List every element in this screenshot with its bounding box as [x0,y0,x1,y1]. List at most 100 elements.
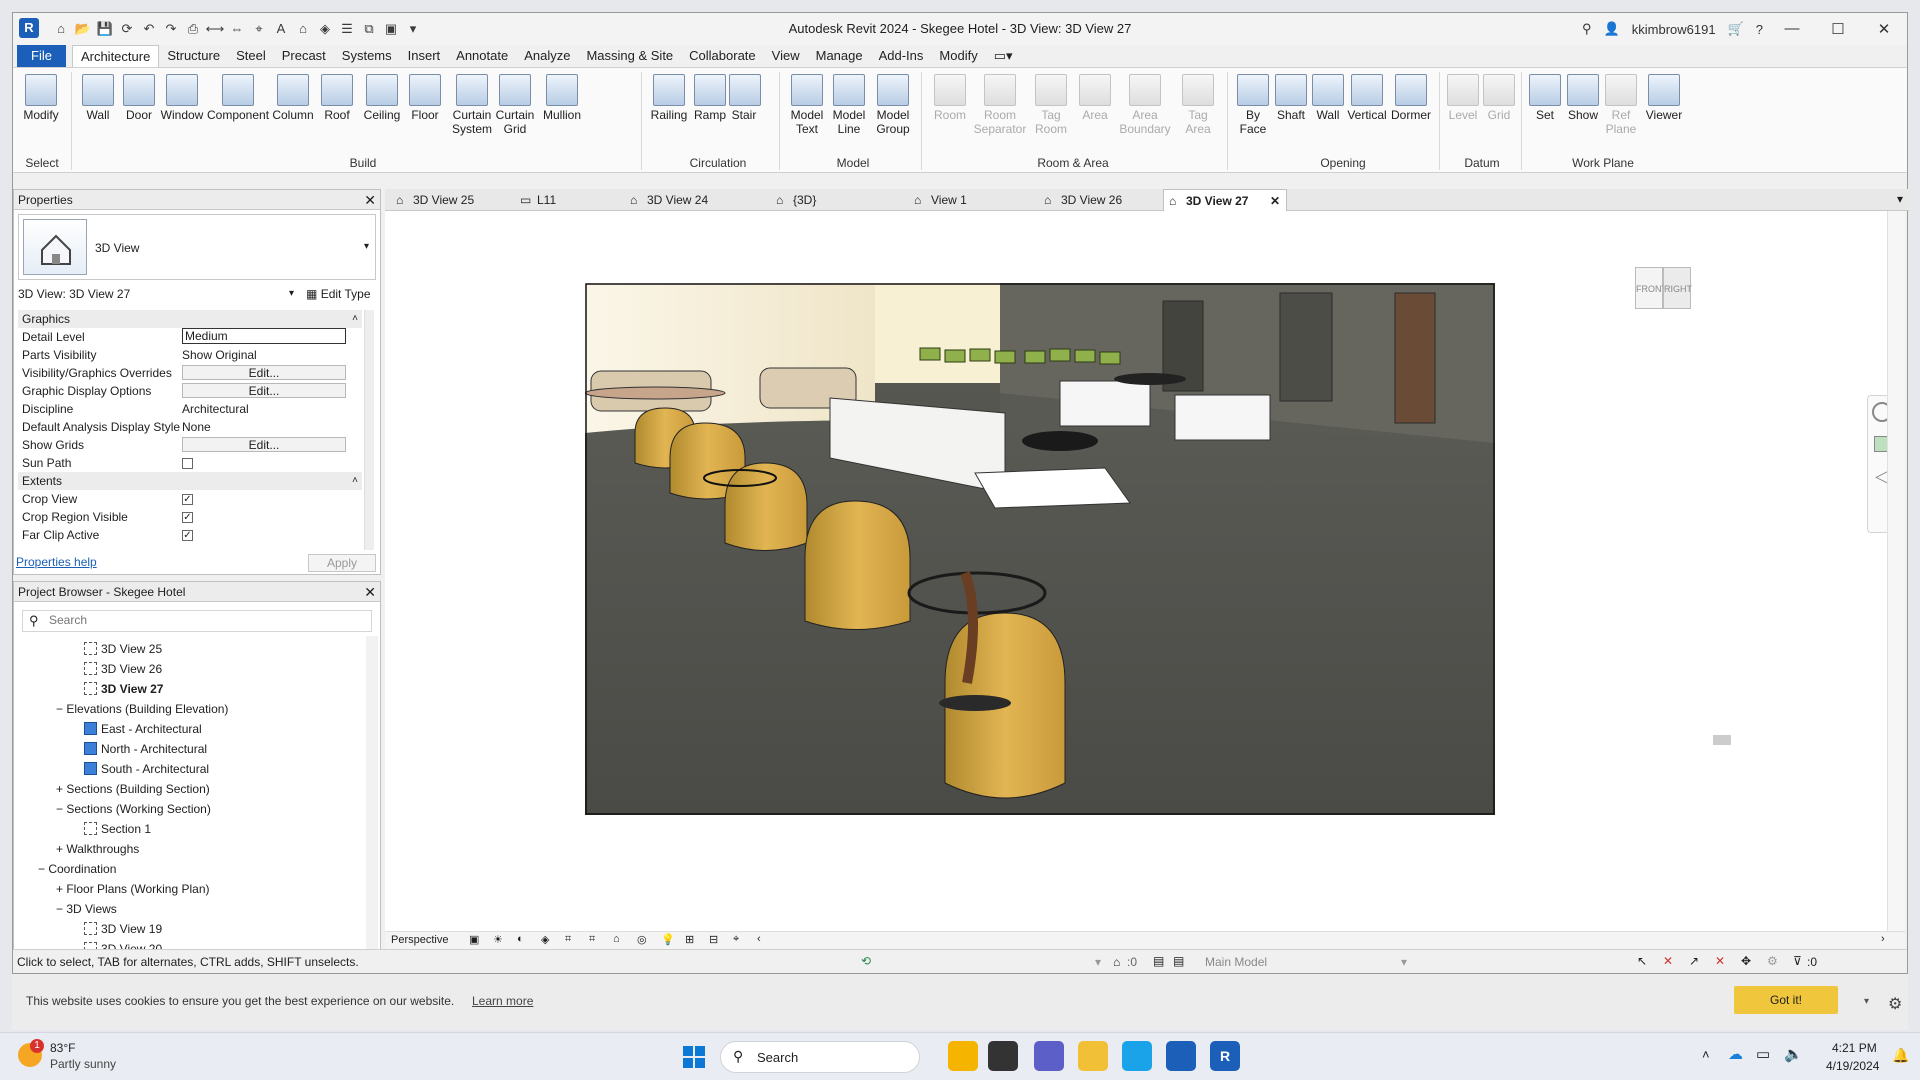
set-button[interactable]: Set [1527,70,1563,152]
expand-icon[interactable]: + [56,842,66,856]
got-it-button[interactable]: Got it! [1734,986,1838,1014]
model-group-button[interactable]: Model Group [871,70,915,152]
select-pinned-icon[interactable]: ↗ [1689,954,1699,968]
checkbox[interactable]: ✓ [182,512,193,524]
gear-icon[interactable]: ⚙ [1888,994,1902,1014]
stair-button[interactable]: Stair [729,70,761,152]
edit-button[interactable]: Edit... [182,365,346,380]
edit-type-button[interactable]: ▦ Edit Type [306,284,371,304]
column-button[interactable]: Column [271,70,315,152]
property-value[interactable]: Architectural [182,400,346,418]
tab-collaborate[interactable]: Collaborate [681,45,764,67]
checkbox[interactable]: ✓ [182,494,193,506]
wall-button[interactable]: Wall [1311,70,1345,152]
property-value[interactable]: Show Original [182,346,346,364]
vertical-scrollbar[interactable] [1887,211,1905,945]
lock-3d-icon[interactable]: ⌂ [613,933,620,945]
close-icon[interactable]: ✕ [1867,20,1901,38]
modify-button[interactable]: Modify [19,70,63,152]
view-tab[interactable]: ⌂ 3D View 26 [1039,189,1157,211]
vertical-button[interactable]: Vertical [1347,70,1387,152]
dormer-button[interactable]: Dormer [1389,70,1433,152]
checkbox[interactable] [182,458,193,470]
weather-condition[interactable]: Partly sunny [50,1057,116,1071]
ref-plane-button[interactable]: Ref Plane [1603,70,1639,152]
close-icon[interactable]: ✕ [364,582,376,602]
search-input[interactable] [49,613,359,627]
tree-item[interactable]: 3D View 25 [84,640,162,658]
ramp-button[interactable]: Ramp [693,70,727,152]
onedrive-icon[interactable]: ☁ [1728,1045,1743,1063]
close-icon[interactable]: ✕ [364,190,376,210]
expand-icon[interactable]: + [56,782,66,796]
tab-insert[interactable]: Insert [400,45,449,67]
maximize-icon[interactable]: ☐ [1821,20,1855,38]
learn-more-link[interactable]: Learn more [472,994,533,1008]
view-tab[interactable]: ⌂ {3D} [771,189,903,211]
view-tab[interactable]: ⌂ View 1 [909,189,1033,211]
background-processes-icon[interactable]: ⚙ [1767,954,1778,968]
reveal-hidden-icon[interactable]: 💡 [661,933,675,946]
rendering-icon[interactable]: ◈ [541,933,549,946]
apply-button[interactable]: Apply [308,554,376,572]
extents-section[interactable]: Extents ˄ [18,472,362,490]
tab-steel[interactable]: Steel [228,45,274,67]
tree-item[interactable]: − Elevations (Building Elevation) [56,700,228,718]
perspective-label[interactable]: Perspective [391,934,448,946]
cloud-sync-icon[interactable]: ⟲ [861,954,871,968]
viewer-button[interactable]: Viewer [1641,70,1687,152]
copilot-icon[interactable] [948,1041,978,1071]
grid-button[interactable]: Grid [1481,70,1517,152]
bell-icon[interactable]: 🔔 [1892,1047,1909,1064]
user-name[interactable]: kkimbrow6191 [1632,22,1716,37]
visual-style-icon[interactable]: ▣ [469,933,479,946]
store-icon[interactable] [1166,1041,1196,1071]
level-button[interactable]: Level [1445,70,1481,152]
scrollbar[interactable] [364,310,374,550]
browser-search[interactable]: ⚲ [22,610,372,632]
tree-item[interactable]: + Sections (Building Section) [56,780,210,798]
windows-start-icon[interactable] [682,1045,706,1069]
file-explorer-icon[interactable] [1078,1041,1108,1071]
tab-architecture[interactable]: Architecture [71,45,160,67]
tree-item[interactable]: Section 1 [84,820,151,838]
shadows-icon[interactable]: ◐ [517,933,524,945]
room-separator-button[interactable]: Room Separator [973,70,1027,152]
window-button[interactable]: Window [159,70,205,152]
tree-item[interactable]: East - Architectural [84,720,202,738]
tree-item[interactable]: − Sections (Working Section) [56,800,211,818]
tab-structure[interactable]: Structure [159,45,228,67]
worksharing-icon[interactable]: ⊟ [709,933,718,946]
viewcube[interactable]: FRONT RIGHT [1625,259,1695,319]
instance-filter[interactable]: 3D View: 3D View 27 ▾ [18,284,298,304]
tab-view[interactable]: View [764,45,808,67]
network-icon[interactable]: ▭ [1756,1045,1770,1063]
design-option-value[interactable]: Main Model [1205,955,1267,969]
weather-temp[interactable]: 83°F [50,1041,75,1055]
collapse-icon[interactable]: − [56,702,66,716]
tree-item[interactable]: 3D View 27 [84,680,163,698]
collapse-icon[interactable]: ˄ [352,472,358,490]
filter-icon[interactable]: ⊽ [1793,954,1802,968]
chevron-down-icon[interactable]: ▾ [1095,955,1101,969]
tab-analyze[interactable]: Analyze [516,45,578,67]
mullion-button[interactable]: Mullion [539,70,585,152]
tab-annotate[interactable]: Annotate [448,45,516,67]
worksets-icon[interactable]: ▤ [1153,954,1164,968]
collapse-icon[interactable]: − [56,902,66,916]
by-face-button[interactable]: By Face [1235,70,1271,152]
wall-button[interactable]: Wall [79,70,117,152]
chevron-down-icon[interactable]: ▾ [289,284,294,304]
curtain-system-button[interactable]: Curtain System [449,70,495,152]
tab-add-ins[interactable]: Add-Ins [871,45,932,67]
view-tab[interactable]: ⌂ 3D View 27 ✕ [1163,189,1287,211]
viewcube-right[interactable]: RIGHT [1663,267,1692,309]
hide-isolate-icon[interactable]: ◎ [637,933,647,946]
binoculars-icon[interactable]: ⚲ [1582,21,1592,37]
expand-icon[interactable]: + [56,882,66,896]
type-selector[interactable]: 3D View ▾ [18,214,376,280]
shaft-button[interactable]: Shaft [1273,70,1309,152]
model-line-button[interactable]: Model Line [829,70,869,152]
model-text-button[interactable]: Model Text [787,70,827,152]
select-links-icon[interactable]: ↖ [1637,954,1647,968]
